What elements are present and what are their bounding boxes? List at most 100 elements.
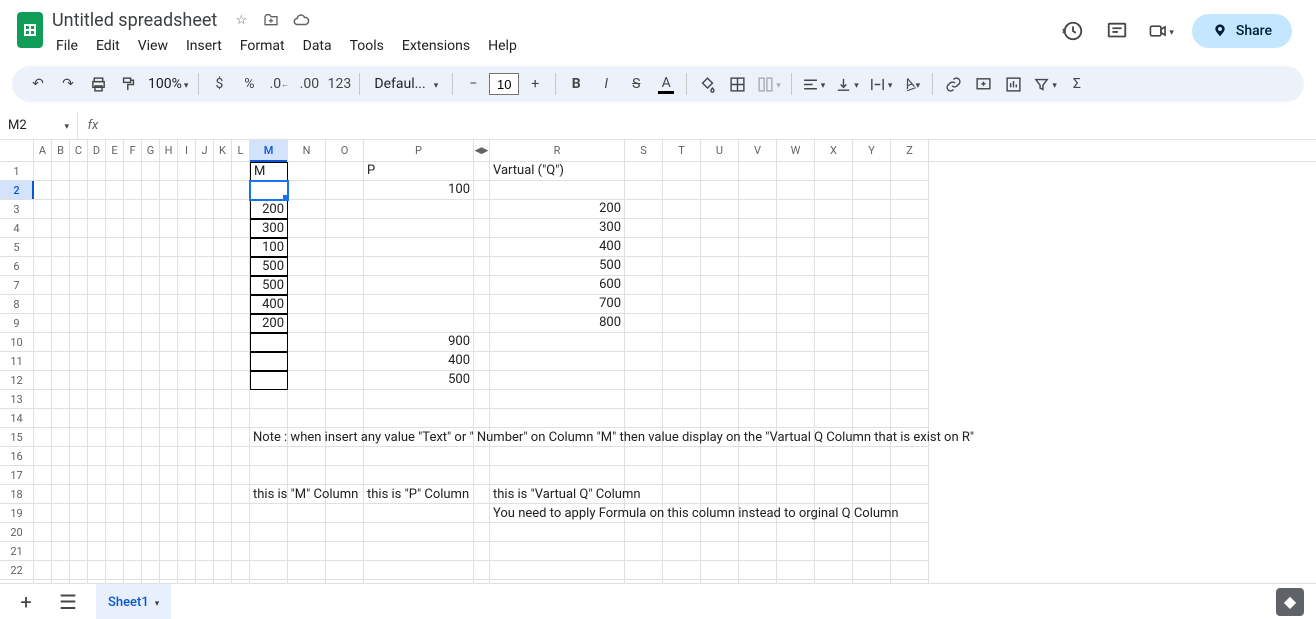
- cell-P5[interactable]: [364, 238, 474, 257]
- cell-M22[interactable]: [250, 561, 288, 580]
- cell-U2[interactable]: [701, 181, 739, 200]
- cell-N16[interactable]: [288, 447, 326, 466]
- cell-A13[interactable]: [34, 390, 52, 409]
- cell-A4[interactable]: [34, 219, 52, 238]
- cell-A20[interactable]: [34, 523, 52, 542]
- cell-O8[interactable]: [326, 295, 364, 314]
- cell-A22[interactable]: [34, 561, 52, 580]
- cell-Y14[interactable]: [853, 409, 891, 428]
- row-header-8[interactable]: 8: [0, 295, 34, 314]
- cell-S6[interactable]: [625, 257, 663, 276]
- cell-W21[interactable]: [777, 542, 815, 561]
- cell-H20[interactable]: [160, 523, 178, 542]
- cell-I16[interactable]: [178, 447, 196, 466]
- cell-T14[interactable]: [663, 409, 701, 428]
- cell-B18[interactable]: [52, 485, 70, 504]
- share-button[interactable]: Share: [1192, 14, 1292, 48]
- cell-B7[interactable]: [52, 276, 70, 295]
- row-header-3[interactable]: 3: [0, 200, 34, 219]
- cell-G18[interactable]: [142, 485, 160, 504]
- cell-X14[interactable]: [815, 409, 853, 428]
- cell-J16[interactable]: [196, 447, 214, 466]
- cell-J12[interactable]: [196, 371, 214, 390]
- cell-A9[interactable]: [34, 314, 52, 333]
- merge-button[interactable]: [753, 70, 785, 98]
- cell-L20[interactable]: [232, 523, 250, 542]
- cell-V2[interactable]: [739, 181, 777, 200]
- cell-A17[interactable]: [34, 466, 52, 485]
- cell-D22[interactable]: [88, 561, 106, 580]
- cell-J2[interactable]: [196, 181, 214, 200]
- cell-D16[interactable]: [88, 447, 106, 466]
- menu-extensions[interactable]: Extensions: [394, 34, 478, 58]
- cell-C16[interactable]: [70, 447, 88, 466]
- cell-E14[interactable]: [106, 409, 124, 428]
- cell-K21[interactable]: [214, 542, 232, 561]
- cell-I9[interactable]: [178, 314, 196, 333]
- cell-G10[interactable]: [142, 333, 160, 352]
- cell-R2[interactable]: [490, 181, 625, 200]
- cell-K6[interactable]: [214, 257, 232, 276]
- cell-B13[interactable]: [52, 390, 70, 409]
- cell-O10[interactable]: [326, 333, 364, 352]
- cell-I2[interactable]: [178, 181, 196, 200]
- cell-B12[interactable]: [52, 371, 70, 390]
- cell-W12[interactable]: [777, 371, 815, 390]
- cell-R5[interactable]: 400: [490, 238, 625, 257]
- col-header-N[interactable]: N: [288, 140, 326, 161]
- cell-R6[interactable]: 500: [490, 257, 625, 276]
- cell-K9[interactable]: [214, 314, 232, 333]
- cell-U9[interactable]: [701, 314, 739, 333]
- cell-O5[interactable]: [326, 238, 364, 257]
- cell-L4[interactable]: [232, 219, 250, 238]
- cell-D1[interactable]: [88, 162, 106, 181]
- cell-J17[interactable]: [196, 466, 214, 485]
- cell-O19[interactable]: [326, 504, 364, 523]
- cell-C1[interactable]: [70, 162, 88, 181]
- cell-I21[interactable]: [178, 542, 196, 561]
- cell-L12[interactable]: [232, 371, 250, 390]
- cell-P22[interactable]: [364, 561, 474, 580]
- cell-H8[interactable]: [160, 295, 178, 314]
- cell-Z8[interactable]: [891, 295, 929, 314]
- row-header-19[interactable]: 19: [0, 504, 34, 523]
- cell-P10[interactable]: 900: [364, 333, 474, 352]
- row-header-9[interactable]: 9: [0, 314, 34, 333]
- cell-G6[interactable]: [142, 257, 160, 276]
- cell-F19[interactable]: [124, 504, 142, 523]
- cell-K8[interactable]: [214, 295, 232, 314]
- cell-M16[interactable]: [250, 447, 288, 466]
- cell-Z4[interactable]: [891, 219, 929, 238]
- cell-O21[interactable]: [326, 542, 364, 561]
- cell-P13[interactable]: [364, 390, 474, 409]
- cell-S3[interactable]: [625, 200, 663, 219]
- cell-I20[interactable]: [178, 523, 196, 542]
- cell-Y9[interactable]: [853, 314, 891, 333]
- row-header-16[interactable]: 16: [0, 447, 34, 466]
- cell-U16[interactable]: [701, 447, 739, 466]
- row-header-14[interactable]: 14: [0, 409, 34, 428]
- col-header-C[interactable]: C: [70, 140, 88, 161]
- row-header-4[interactable]: 4: [0, 219, 34, 238]
- cell-C13[interactable]: [70, 390, 88, 409]
- cell-L11[interactable]: [232, 352, 250, 371]
- font-select[interactable]: Defaul...: [366, 76, 446, 92]
- cell-T10[interactable]: [663, 333, 701, 352]
- cell-B10[interactable]: [52, 333, 70, 352]
- cell-N3[interactable]: [288, 200, 326, 219]
- select-all-corner[interactable]: [0, 140, 34, 161]
- cell-G8[interactable]: [142, 295, 160, 314]
- cell-H15[interactable]: [160, 428, 178, 447]
- cell-O7[interactable]: [326, 276, 364, 295]
- history-icon[interactable]: [1060, 18, 1086, 44]
- cell-J10[interactable]: [196, 333, 214, 352]
- cell-W15[interactable]: [777, 428, 815, 447]
- insert-chart-button[interactable]: [999, 70, 1027, 98]
- fill-color-button[interactable]: [693, 70, 721, 98]
- cell-Y17[interactable]: [853, 466, 891, 485]
- cell-P12[interactable]: 500: [364, 371, 474, 390]
- cell-S12[interactable]: [625, 371, 663, 390]
- row-header-18[interactable]: 18: [0, 485, 34, 504]
- cell-I17[interactable]: [178, 466, 196, 485]
- cell-C21[interactable]: [70, 542, 88, 561]
